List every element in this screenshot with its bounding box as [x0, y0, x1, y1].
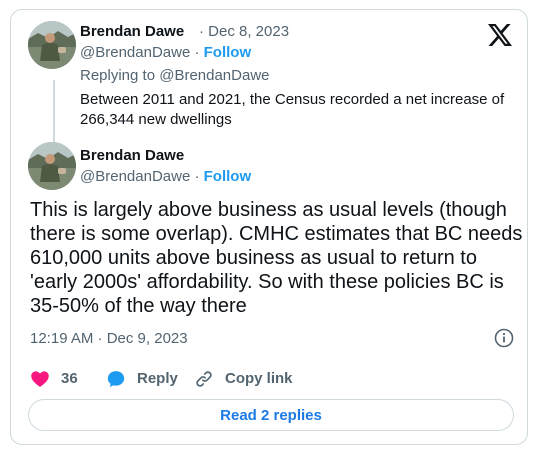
copy-link-label: Copy link — [225, 370, 293, 387]
avatar[interactable] — [28, 21, 76, 69]
separator: · — [190, 168, 204, 185]
follow-button[interactable]: Follow — [204, 44, 252, 61]
handle-row: @BrendanDawe · Follow — [80, 43, 251, 62]
link-icon — [196, 371, 212, 387]
tweet-timestamp[interactable]: 12:19 AM · Dec 9, 2023 — [30, 329, 188, 348]
author-handle[interactable]: @BrendanDawe — [80, 44, 190, 61]
copy-link-button[interactable]: Copy link — [194, 369, 293, 389]
comment-icon — [107, 371, 125, 387]
heart-icon — [31, 371, 49, 387]
tweet-card: Brendan Dawe · Dec 8, 2023 @BrendanDawe … — [10, 9, 528, 445]
author-name[interactable]: Brendan Dawe — [80, 22, 184, 41]
separator: · — [190, 44, 204, 61]
x-logo-icon[interactable] — [488, 24, 512, 46]
handle-row: @BrendanDawe · Follow — [80, 167, 251, 186]
tweet-text: This is largely above business as usual … — [30, 199, 523, 317]
read-replies-button[interactable]: Read 2 replies — [28, 399, 514, 431]
like-count: 36 — [61, 370, 78, 387]
author-name[interactable]: Brendan Dawe — [80, 146, 184, 165]
thread-line — [53, 80, 55, 142]
follow-button[interactable]: Follow — [204, 168, 252, 185]
author-handle[interactable]: @BrendanDawe — [80, 168, 190, 185]
avatar[interactable] — [28, 142, 76, 190]
tweet-text: Between 2011 and 2021, the Census record… — [80, 91, 505, 128]
like-button[interactable]: 36 — [30, 369, 78, 389]
replying-to[interactable]: Replying to @BrendanDawe — [80, 66, 270, 85]
tweet-date[interactable]: · Dec 8, 2023 — [199, 22, 289, 41]
reply-button[interactable]: Reply — [106, 369, 178, 389]
info-icon[interactable] — [494, 328, 514, 348]
reply-label: Reply — [137, 370, 178, 387]
